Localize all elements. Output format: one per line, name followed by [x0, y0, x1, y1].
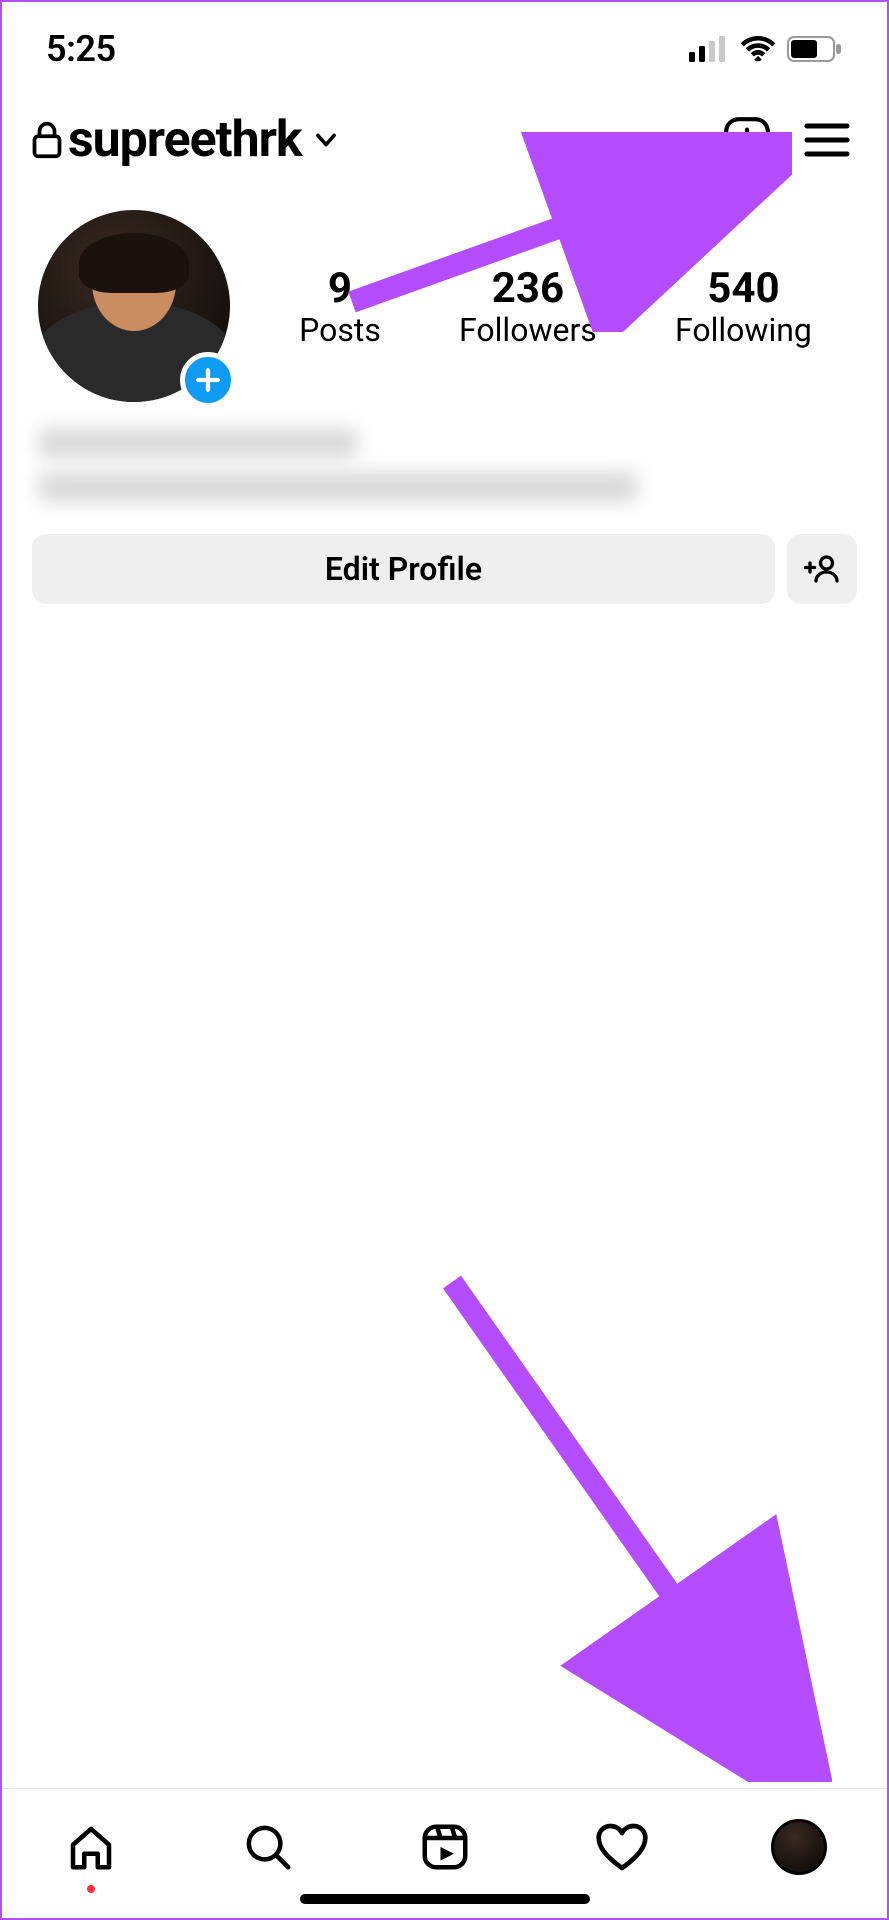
profile-info-row: 9 Posts 236 Followers 540 Following — [2, 180, 887, 402]
heart-icon — [594, 1819, 650, 1875]
profile-avatar[interactable] — [38, 210, 230, 402]
discover-people-button[interactable] — [787, 534, 857, 604]
reels-icon — [418, 1820, 472, 1874]
username-switcher[interactable]: supreethrk — [68, 111, 302, 169]
following-count: 540 — [675, 264, 812, 313]
profile-header: supreethrk — [2, 82, 887, 180]
home-indicator — [300, 1894, 590, 1904]
profile-actions-row: Edit Profile — [2, 510, 887, 604]
annotation-arrow-bottom — [432, 1262, 832, 1782]
followers-count: 236 — [459, 264, 597, 313]
nav-search[interactable] — [228, 1807, 308, 1887]
battery-icon — [787, 36, 843, 62]
add-story-icon[interactable] — [180, 352, 236, 408]
followers-label: Followers — [459, 311, 597, 349]
edit-profile-button[interactable]: Edit Profile — [32, 534, 775, 604]
nav-home[interactable] — [51, 1807, 131, 1887]
nav-activity[interactable] — [582, 1807, 662, 1887]
bio-line-redacted — [38, 472, 638, 502]
cellular-icon — [689, 36, 729, 62]
nav-reels[interactable] — [405, 1807, 485, 1887]
bio-line-redacted — [38, 428, 358, 458]
followers-stat[interactable]: 236 Followers — [459, 264, 597, 349]
lock-icon — [32, 121, 62, 159]
posts-count: 9 — [299, 264, 381, 313]
wifi-icon — [739, 36, 777, 62]
chevron-down-icon[interactable] — [312, 126, 340, 154]
profile-bio — [2, 402, 887, 510]
posts-label: Posts — [299, 311, 381, 349]
following-stat[interactable]: 540 Following — [675, 264, 812, 349]
profile-avatar-icon — [771, 1819, 827, 1875]
hamburger-menu-button[interactable] — [797, 110, 857, 170]
status-icons — [689, 36, 843, 62]
search-icon — [241, 1820, 295, 1874]
create-post-button[interactable] — [717, 110, 777, 170]
status-time: 5:25 — [46, 28, 116, 70]
notification-dot — [87, 1885, 95, 1893]
posts-stat[interactable]: 9 Posts — [299, 264, 381, 349]
following-label: Following — [675, 311, 812, 349]
home-icon — [64, 1820, 118, 1874]
status-bar: 5:25 — [2, 2, 887, 82]
profile-stats: 9 Posts 236 Followers 540 Following — [260, 264, 851, 349]
nav-profile[interactable] — [759, 1807, 839, 1887]
